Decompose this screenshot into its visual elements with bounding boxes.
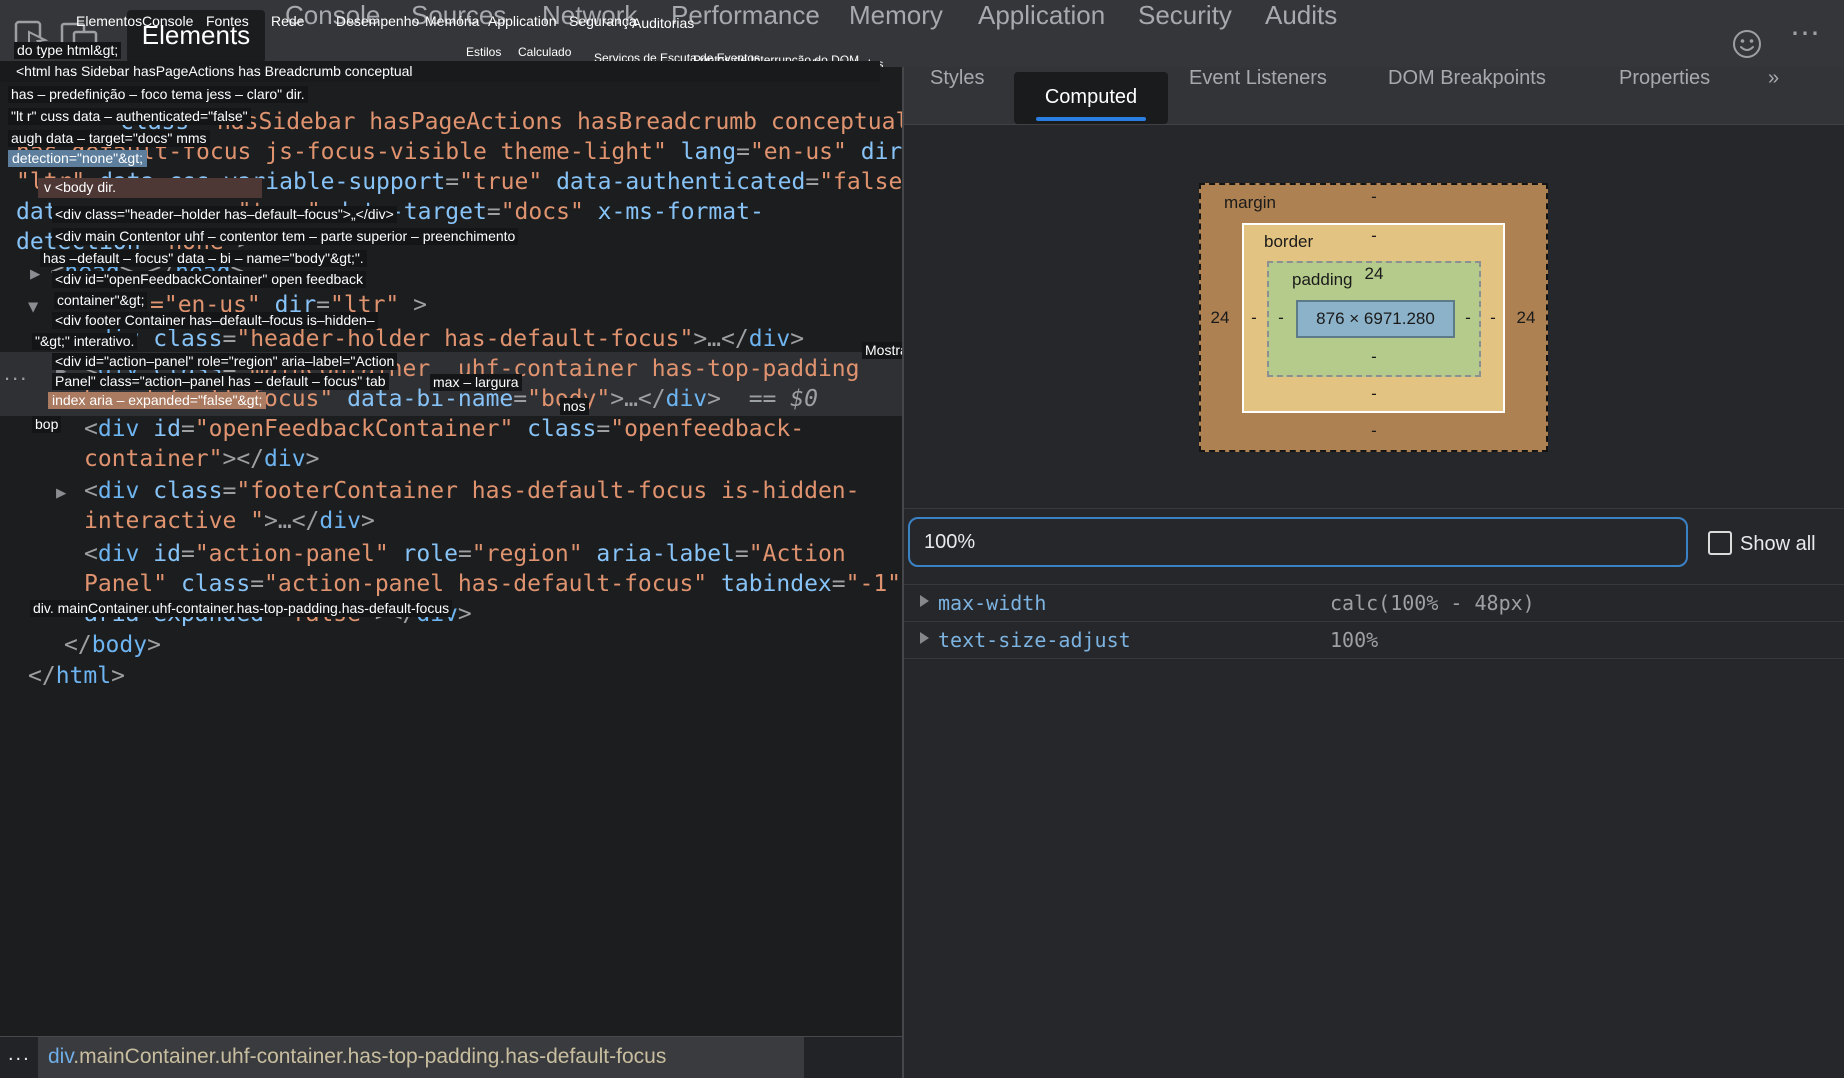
sidebar-tabs: Computed Styles Event Listeners DOM Breakp… (904, 67, 1844, 125)
tab-computed-label: Computed (1014, 86, 1168, 109)
overlay-label: detection="none"&gt; (8, 150, 147, 167)
overlay-label: nos (560, 398, 589, 415)
code-line[interactable]: <div id="openFeedbackContainer" class="o… (84, 415, 804, 443)
overlay-html-text: <html has Sidebar hasPageActions has Bre… (16, 63, 413, 80)
border-bottom-value[interactable]: - (1371, 384, 1377, 404)
code-line[interactable]: </html> (28, 662, 125, 690)
overlay-label: Application (488, 13, 557, 30)
overlay-label: v <body dir. (38, 178, 262, 198)
property-name: text-size-adjust (938, 628, 1131, 652)
tab-dom-breakpoints[interactable]: DOM Breakpoints (1388, 67, 1546, 90)
code-line[interactable]: <div class="header-holder has-default-fo… (84, 325, 804, 353)
property-name: max-width (938, 591, 1046, 615)
overlay-label: Estilos (466, 44, 501, 61)
box-model-content-size: 876 × 6971.280 (1316, 309, 1435, 329)
overlay-label: <div id="action–panel" role="region" ari… (52, 353, 397, 370)
padding-bottom-value[interactable]: - (1371, 347, 1377, 367)
tab-application[interactable]: Application (978, 0, 1105, 31)
tab-memory[interactable]: Memory (849, 0, 943, 31)
computed-properties-list: max-width calc(100% - 48px) text-size-adju… (904, 584, 1844, 659)
devtools-window: Elements ConsoleSourcesNetworkPerformanc… (0, 0, 1844, 1078)
show-all-checkbox[interactable] (1708, 531, 1732, 555)
computed-property-row[interactable]: text-size-adjust 100% (904, 621, 1844, 658)
code-line[interactable]: container"></div> (84, 445, 319, 473)
breadcrumb-bar: ... div.mainContainer.uhf-container.has-… (0, 1037, 902, 1078)
overlay-label: <div footer Container has–default–focus … (52, 312, 378, 329)
property-value: 100% (1330, 628, 1378, 652)
code-line[interactable]: <div class="footerContainer has-default-… (84, 477, 859, 505)
overlay-label: "&gt;" interativo. (32, 333, 137, 350)
code-line[interactable]: <div id="action-panel" role="region" ari… (84, 540, 846, 568)
margin-bottom-value[interactable]: - (1371, 421, 1377, 441)
tab-properties[interactable]: Properties (1619, 67, 1710, 90)
expand-arrow-icon[interactable] (920, 632, 929, 644)
overlay-label: has – predefinição – foco tema jess – cl… (8, 86, 308, 103)
overlay-label: Rede (271, 13, 304, 30)
padding-left-value[interactable]: - (1278, 308, 1284, 328)
breadcrumb-tag: div (48, 1045, 73, 1068)
code-line[interactable]: </body> (64, 631, 161, 659)
overlay-label: Calculado (518, 44, 571, 61)
tab-audits[interactable]: Audits (1265, 0, 1337, 31)
tab-security[interactable]: Security (1138, 0, 1232, 31)
overlay-label: index aria – expanded="false"&gt; (48, 392, 266, 409)
padding-right-value[interactable]: - (1465, 308, 1471, 328)
overlay-label: bop (32, 416, 61, 433)
border-top-value[interactable]: - (1371, 226, 1377, 246)
overlay-label: Segurança (569, 13, 637, 30)
expand-arrow-icon[interactable] (920, 595, 929, 607)
overlay-label: Panel" class="action–panel has – default… (52, 373, 389, 390)
overlay-label: max – largura (430, 374, 522, 391)
more-options-icon[interactable]: ⋯ (1790, 16, 1823, 51)
overlay-html-strip: <html has Sidebar hasPageActions has Bre… (0, 61, 880, 82)
box-model-content[interactable]: 876 × 6971.280 (1296, 300, 1455, 338)
overlay-label: Memória (425, 13, 479, 30)
overlay-label: Auditorias (632, 15, 694, 32)
overlay-label: do type html&gt; (14, 42, 121, 59)
overlay-label: container"&gt; (54, 292, 147, 309)
border-left-value[interactable]: - (1251, 308, 1257, 328)
show-all-label: Show all (1740, 533, 1816, 556)
tab-»[interactable]: » (1768, 67, 1779, 90)
margin-right-value[interactable]: 24 (1517, 308, 1536, 328)
code-line[interactable]: ▼ (28, 291, 38, 321)
computed-property-row[interactable]: max-width calc(100% - 48px) (904, 584, 1844, 621)
property-value: calc(100% - 48px) (1330, 591, 1535, 615)
code-line[interactable]: ▶ (56, 477, 66, 507)
overlay-label: <div class="header–holder has–default–fo… (52, 206, 397, 223)
overlay-label: <div id="openFeedbackContainer" open fee… (52, 271, 366, 288)
margin-top-value[interactable]: - (1371, 187, 1377, 207)
tab-event-listeners[interactable]: Event Listeners (1189, 67, 1327, 90)
selected-node-gutter-ellipsis: ... (4, 360, 28, 386)
margin-left-value[interactable]: 24 (1211, 308, 1230, 328)
code-line[interactable]: Panel" class="action-panel has-default-f… (84, 570, 901, 598)
overlay-label: Desempenho (336, 13, 419, 30)
overlay-label: Console (142, 13, 193, 30)
overlay-label: Fontes (206, 13, 249, 30)
section-divider (904, 508, 1844, 509)
breadcrumb-ellipsis[interactable]: ... (8, 1043, 31, 1066)
feedback-smiley-icon[interactable] (1731, 28, 1763, 60)
tab-computed-underline (1036, 117, 1146, 121)
overlay-label: <div main Contentor uhf – contentor tem … (52, 228, 518, 245)
overlay-label: has –default – focus" data – bi – name="… (40, 250, 367, 267)
styles-sidebar: Computed Styles Event Listeners DOM Breakp… (904, 67, 1844, 1078)
padding-top-value[interactable]: 24 (1365, 264, 1384, 284)
box-model-margin-label: margin (1224, 193, 1276, 213)
overlay-label: div. mainContainer.uhf-container.has-top… (30, 600, 452, 617)
breadcrumb-item[interactable]: div.mainContainer.uhf-container.has-top-… (38, 1037, 804, 1078)
border-right-value[interactable]: - (1490, 308, 1496, 328)
tab-styles[interactable]: Styles (930, 67, 984, 90)
box-model-padding-label: padding (1292, 270, 1353, 290)
overlay-label: "lt r" cuss data – authenticated="false" (8, 108, 251, 125)
overlay-label: augh data – target="docs" mms (8, 130, 210, 147)
computed-filter-input[interactable] (908, 517, 1688, 567)
breadcrumb-classes: .mainContainer.uhf-container.has-top-pad… (73, 1045, 666, 1068)
code-line[interactable]: interactive ">…</div> (84, 507, 375, 535)
devtools-toolbar: Elements ConsoleSourcesNetworkPerformanc… (0, 0, 1844, 67)
box-model-border-label: border (1264, 232, 1313, 252)
overlay-label: Elementos (76, 13, 142, 30)
